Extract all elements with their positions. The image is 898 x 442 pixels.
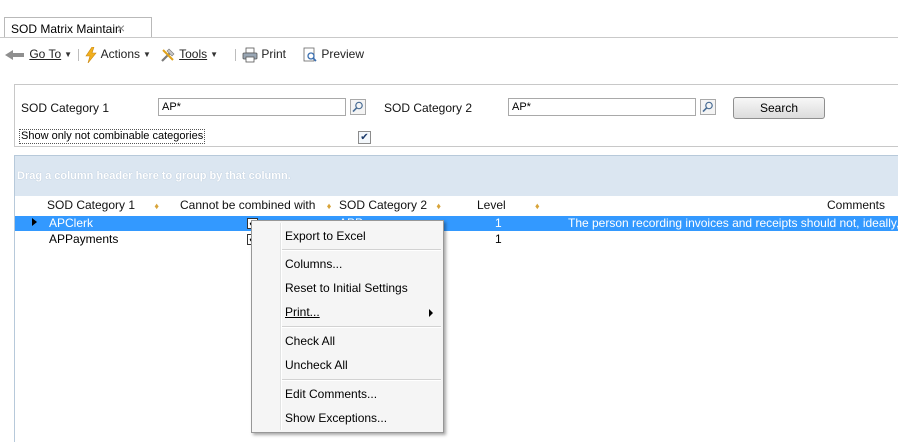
actions-label: Actions — [100, 47, 141, 61]
cell-sod-category-1: APPayments — [49, 232, 119, 246]
cell-comments: The person recording invoices and receip… — [568, 216, 898, 230]
grid-context-menu: Export to Excel Columns... Reset to Init… — [251, 220, 444, 433]
menu-item-label: Reset to Initial Settings — [285, 281, 408, 295]
cell-level: 1 — [495, 216, 502, 230]
column-header-label: Cannot be combined with — [180, 198, 316, 212]
menu-item-edit-comments[interactable]: Edit Comments... — [252, 382, 443, 406]
column-header-level[interactable]: Level ♦ — [477, 198, 540, 212]
sod-category-2-lookup-button[interactable] — [700, 99, 716, 115]
menu-item-reset-to-initial-settings[interactable]: Reset to Initial Settings — [252, 276, 443, 300]
toolbar: Go To ▼ Actions ▼ Tools ▼ Print Preview — [0, 38, 898, 68]
sod-category-1-lookup-button[interactable] — [350, 99, 366, 115]
tools-label: Tools — [179, 47, 208, 61]
menu-item-export-to-excel[interactable]: Export to Excel — [252, 224, 443, 248]
menu-item-columns[interactable]: Columns... — [252, 252, 443, 276]
menu-item-label: Show Exceptions... — [285, 411, 388, 425]
group-by-panel[interactable]: Drag a column header here to group by th… — [15, 156, 898, 196]
goto-menu[interactable]: Go To ▼ — [4, 46, 72, 62]
column-header-label: SOD Category 2 — [339, 198, 428, 212]
chevron-down-icon: ▼ — [64, 50, 73, 59]
menu-item-label: Print... — [285, 305, 320, 319]
column-header-sod-category-1[interactable]: SOD Category 1 ♦ — [47, 198, 159, 212]
tools-menu[interactable]: Tools ▼ — [160, 46, 218, 62]
lightning-icon — [85, 46, 97, 63]
preview-button[interactable]: Preview — [302, 46, 364, 62]
tools-icon — [161, 48, 175, 62]
menu-separator — [282, 326, 441, 328]
magnifier-icon — [352, 101, 363, 113]
menu-item-uncheck-all[interactable]: Uncheck All — [252, 353, 443, 377]
current-row-indicator-icon — [32, 218, 37, 226]
actions-menu[interactable]: Actions ▼ — [84, 46, 151, 63]
menu-item-label: Edit Comments... — [285, 387, 378, 401]
sort-icon: ♦ — [154, 201, 159, 211]
goto-arrow-icon — [5, 49, 24, 60]
sod-category-1-label: SOD Category 1 — [21, 101, 110, 115]
document-tab-strip: SOD Matrix Maintain × — [0, 0, 898, 38]
filter-panel: SOD Category 1 AP* SOD Category 2 AP* Se… — [14, 84, 898, 147]
sod-category-2-input[interactable]: AP* — [508, 98, 696, 116]
preview-label: Preview — [321, 47, 365, 61]
search-button[interactable]: Search — [733, 97, 825, 119]
tab-title: SOD Matrix Maintain — [11, 22, 122, 36]
menu-separator — [282, 379, 441, 381]
print-button[interactable]: Print — [242, 46, 287, 63]
sort-icon: ♦ — [436, 201, 441, 211]
goto-label: Go To — [29, 47, 62, 61]
menu-item-label: Columns... — [285, 257, 343, 271]
show-only-not-combinable-label: Show only not combinable categories — [19, 129, 206, 144]
menu-item-show-exceptions[interactable]: Show Exceptions... — [252, 406, 443, 430]
grid-header-row: SOD Category 1 ♦ Cannot be combined with… — [15, 196, 898, 215]
magnifier-icon — [702, 101, 713, 113]
menu-item-label: Uncheck All — [285, 358, 348, 372]
column-header-comments[interactable]: Comments — [827, 198, 885, 212]
close-icon[interactable]: × — [117, 20, 125, 36]
column-header-cannot-be-combined[interactable]: Cannot be combined with ♦ — [180, 198, 331, 212]
show-only-not-combinable-checkbox[interactable]: ✔ — [358, 131, 371, 144]
group-by-hint: Drag a column header here to group by th… — [17, 170, 291, 182]
preview-icon — [303, 47, 317, 62]
chevron-down-icon: ▼ — [143, 50, 151, 59]
cell-level: 1 — [495, 232, 502, 246]
column-header-label: SOD Category 1 — [47, 198, 136, 212]
sod-category-2-label: SOD Category 2 — [384, 101, 473, 115]
printer-icon — [242, 47, 258, 63]
sod-category-1-input[interactable]: AP* — [158, 98, 346, 116]
sod-matrix-grid: Drag a column header here to group by th… — [14, 155, 898, 442]
menu-item-label: Export to Excel — [285, 229, 366, 243]
menu-separator — [282, 249, 441, 251]
toolbar-separator — [235, 49, 236, 61]
menu-item-print[interactable]: Print... — [252, 300, 443, 324]
print-label: Print — [261, 47, 287, 61]
menu-item-label: Check All — [285, 334, 336, 348]
column-header-label: Comments — [827, 198, 886, 212]
toolbar-separator — [78, 49, 79, 61]
column-header-label: Level — [477, 198, 506, 212]
menu-item-check-all[interactable]: Check All — [252, 329, 443, 353]
column-header-sod-category-2[interactable]: SOD Category 2 ♦ — [339, 198, 441, 212]
submenu-arrow-icon — [429, 309, 433, 317]
sort-icon: ♦ — [535, 201, 540, 211]
cell-sod-category-1: APClerk — [49, 216, 94, 230]
table-row[interactable]: APPayments ✔ 1 — [15, 232, 898, 247]
sort-icon: ♦ — [326, 201, 332, 211]
tab-sod-matrix-maintain[interactable]: SOD Matrix Maintain × — [4, 17, 152, 38]
table-row[interactable]: APClerk ✔ APP 1 The person recording inv… — [15, 216, 898, 231]
chevron-down-icon: ▼ — [210, 50, 219, 59]
